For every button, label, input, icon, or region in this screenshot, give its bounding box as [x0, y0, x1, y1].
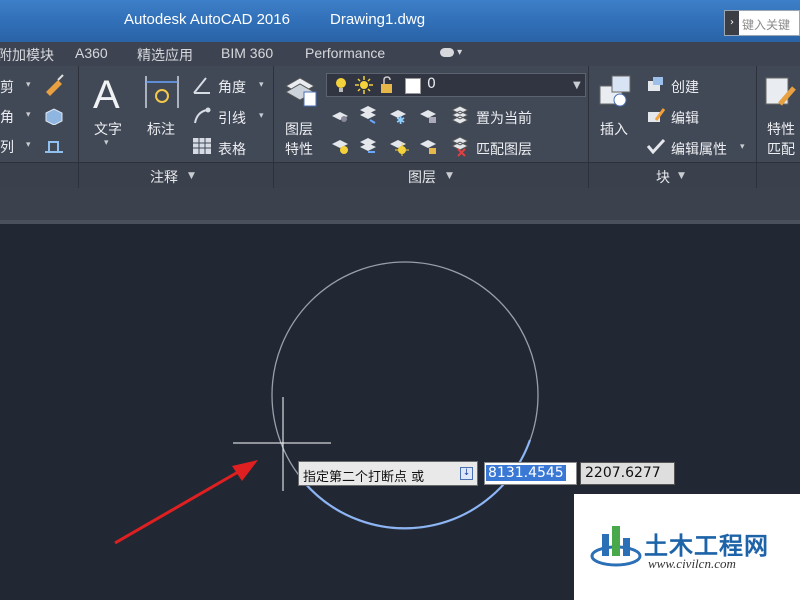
- circle-entity: [271, 261, 539, 529]
- watermark-url: www.civilcn.com: [648, 556, 736, 571]
- prompt-text: 指定第二个打断点 或: [303, 470, 425, 485]
- options-down-arrow-icon[interactable]: ↓: [460, 467, 473, 480]
- coordinate-x-value[interactable]: 8131.4545: [486, 465, 566, 481]
- dynamic-input-prompt: 指定第二个打断点 或 ↓: [298, 461, 478, 486]
- red-arrow-annotation: [114, 460, 258, 545]
- coordinate-x-field[interactable]: 8131.4545: [484, 462, 577, 485]
- watermark-logo: [590, 526, 642, 567]
- coordinate-y-value[interactable]: 2207.6277: [585, 465, 661, 481]
- coordinate-y-field[interactable]: 2207.6277: [580, 462, 675, 485]
- watermark: 土木工程网 www.civilcn.com: [574, 494, 800, 600]
